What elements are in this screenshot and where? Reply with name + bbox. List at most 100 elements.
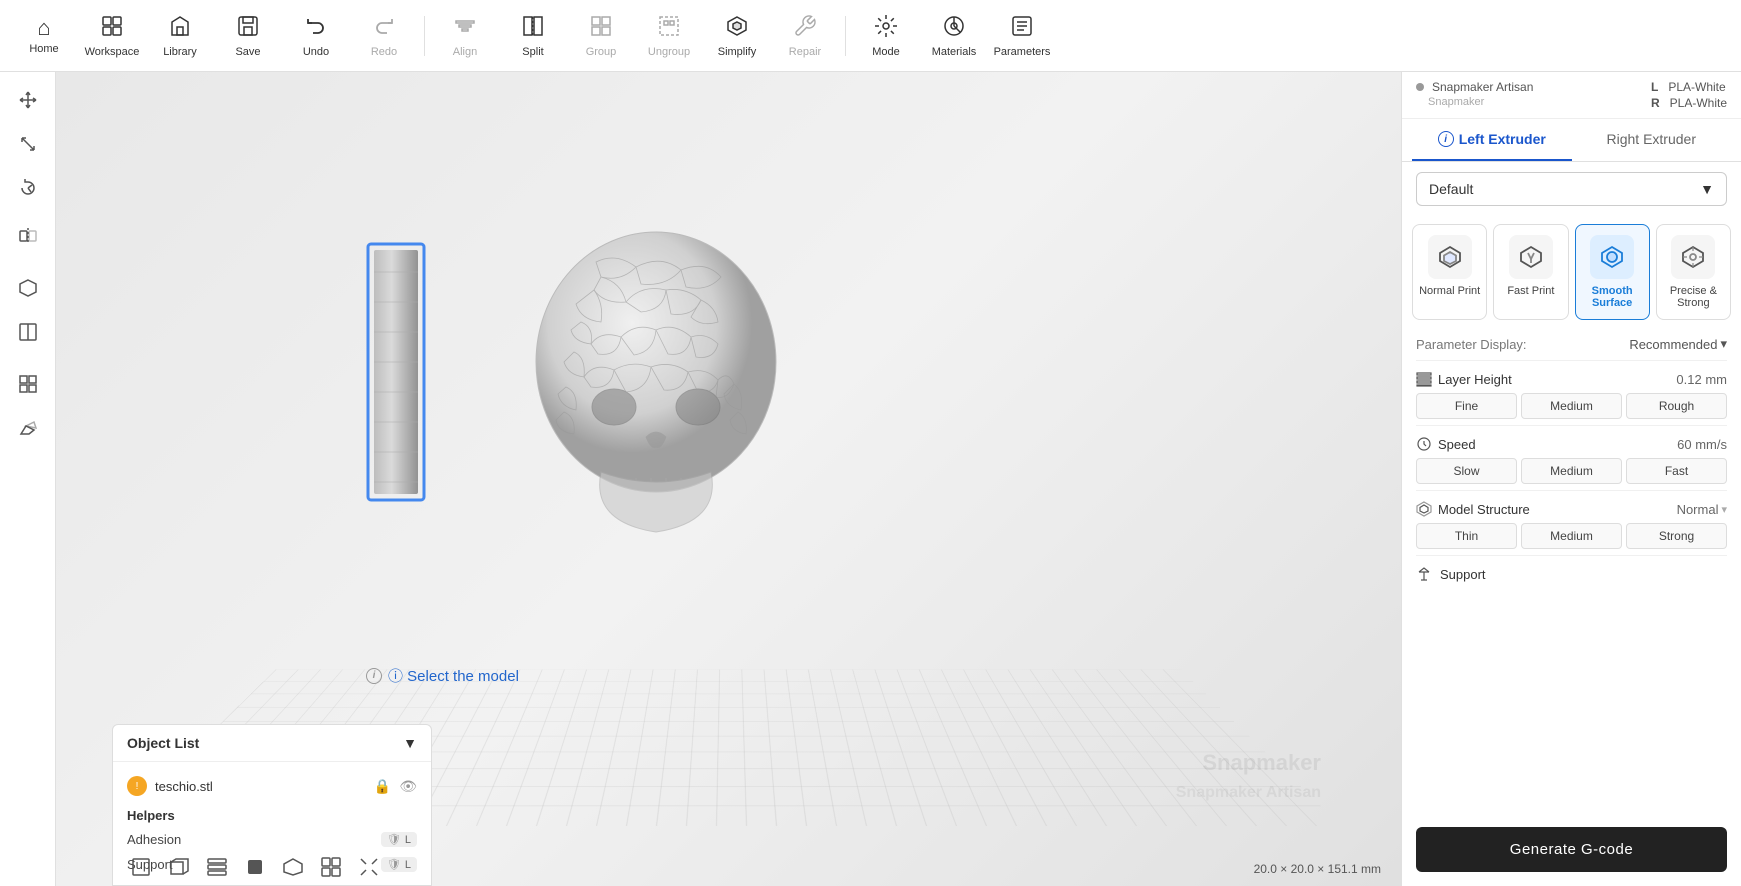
mode-icon	[874, 14, 898, 42]
view-solid-icon[interactable]	[240, 852, 270, 882]
tab-right-extruder[interactable]: Right Extruder	[1572, 119, 1732, 161]
layer-height-label: Layer Height	[1438, 372, 1512, 387]
right-material-name: PLA-White	[1670, 96, 1727, 110]
left-tool-scale[interactable]	[8, 124, 48, 164]
view-wireframe-icon[interactable]	[278, 852, 308, 882]
tool-library[interactable]: Library	[148, 4, 212, 68]
speed-icon	[1416, 436, 1432, 452]
mode-normal-print[interactable]: Normal Print	[1412, 224, 1487, 320]
dropdown-chevron-icon: ▼	[1700, 181, 1714, 197]
tool-save[interactable]: Save	[216, 4, 280, 68]
generate-gcode-button[interactable]: Generate G-code	[1416, 827, 1727, 872]
print-modes-container: Normal Print Fast Print Smooth Surface P…	[1402, 216, 1741, 328]
tool-simplify[interactable]: Simplify	[705, 4, 769, 68]
left-tool-mirror[interactable]	[8, 216, 48, 256]
list-item[interactable]: ! teschio.stl 🔒 👁	[113, 770, 431, 802]
redo-icon	[372, 14, 396, 42]
left-tool-grid[interactable]	[8, 364, 48, 404]
info-icon-left: i	[1438, 131, 1454, 147]
object-skull[interactable]	[506, 222, 806, 542]
home-icon: ⌂	[37, 17, 50, 39]
speed-param: Speed 60 mm/s Slow Medium Fast	[1416, 426, 1727, 491]
normal-print-icon	[1428, 235, 1472, 279]
view-collapse-icon[interactable]	[354, 852, 384, 882]
mode-fast-print[interactable]: Fast Print	[1493, 224, 1568, 320]
model-structure-buttons: Thin Medium Strong	[1416, 523, 1727, 549]
speed-fast[interactable]: Fast	[1626, 458, 1727, 484]
view-layer-icon[interactable]	[202, 852, 232, 882]
structure-thin[interactable]: Thin	[1416, 523, 1517, 549]
layer-height-icon	[1416, 371, 1432, 387]
left-tool-eraser[interactable]	[8, 408, 48, 448]
tool-group[interactable]: Group	[569, 4, 633, 68]
left-tool-rotate[interactable]	[8, 168, 48, 208]
view-3d-icon[interactable]	[126, 852, 156, 882]
support-label: Support	[1440, 567, 1486, 582]
structure-strong[interactable]: Strong	[1626, 523, 1727, 549]
left-tool-move[interactable]	[8, 80, 48, 120]
tool-mode[interactable]: Mode	[854, 4, 918, 68]
structure-medium[interactable]: Medium	[1521, 523, 1622, 549]
left-material-label: L	[1651, 80, 1658, 94]
object-column[interactable]	[366, 242, 426, 502]
smooth-surface-icon	[1590, 235, 1634, 279]
parameter-display-label: Parameter Display:	[1416, 337, 1527, 352]
chevron-down-icon: ▼	[403, 735, 417, 751]
left-toolbar	[0, 72, 56, 886]
chevron-icon: ▾	[1720, 336, 1727, 352]
tool-undo[interactable]: Undo	[284, 4, 348, 68]
object-list-header[interactable]: Object List ▼	[113, 725, 431, 762]
parameter-display-row: Parameter Display: Recommended ▾	[1416, 328, 1727, 361]
tool-workspace[interactable]: Workspace	[80, 4, 144, 68]
select-model-hint: i ⓘ Select the model	[366, 665, 519, 686]
tool-repair[interactable]: Repair	[773, 4, 837, 68]
tool-align[interactable]: Align	[433, 4, 497, 68]
tool-ungroup[interactable]: Ungroup	[637, 4, 701, 68]
left-tool-object-view[interactable]	[8, 268, 48, 308]
mode-smooth-surface[interactable]: Smooth Surface	[1575, 224, 1650, 320]
parameters-section: Parameter Display: Recommended ▾ Layer H…	[1402, 328, 1741, 592]
speed-medium[interactable]: Medium	[1521, 458, 1622, 484]
info-icon: i	[366, 668, 382, 684]
view-cube-icon[interactable]	[164, 852, 194, 882]
tool-parameters[interactable]: Parameters	[990, 4, 1054, 68]
adhesion-badge: 🛡 L	[381, 832, 417, 847]
preset-dropdown[interactable]: Default ▼	[1416, 172, 1727, 206]
support-row: Support	[1416, 556, 1727, 592]
divider-1	[424, 16, 425, 56]
speed-value: 60 mm/s	[1677, 437, 1727, 452]
left-tool-split-view[interactable]	[8, 312, 48, 352]
undo-icon	[304, 14, 328, 42]
view-split-icon[interactable]	[316, 852, 346, 882]
eye-icon[interactable]: 👁	[399, 778, 417, 795]
machine-info: Snapmaker Artisan Snapmaker L PLA-White …	[1402, 72, 1741, 119]
helper-adhesion[interactable]: Adhesion 🛡 L	[113, 827, 431, 852]
layer-height-fine[interactable]: Fine	[1416, 393, 1517, 419]
speed-slow[interactable]: Slow	[1416, 458, 1517, 484]
tool-split[interactable]: Split	[501, 4, 565, 68]
tool-redo[interactable]: Redo	[352, 4, 416, 68]
simplify-icon	[725, 14, 749, 42]
layer-height-rough[interactable]: Rough	[1626, 393, 1727, 419]
recommended-select[interactable]: Recommended ▾	[1629, 336, 1727, 352]
right-panel: Snapmaker Artisan Snapmaker L PLA-White …	[1401, 72, 1741, 886]
tool-home[interactable]: ⌂ Home	[12, 4, 76, 68]
object-action-buttons: 🔒 👁	[374, 778, 417, 795]
layer-height-medium[interactable]: Medium	[1521, 393, 1622, 419]
fast-print-icon	[1509, 235, 1553, 279]
lock-icon[interactable]: 🔒	[374, 778, 391, 795]
toolbar: ⌂ Home Workspace Library Save Undo Redo	[0, 0, 1741, 72]
viewport[interactable]: i ⓘ Select the model Snapmaker Snapmaker…	[56, 72, 1401, 886]
tool-materials[interactable]: Materials	[922, 4, 986, 68]
speed-label: Speed	[1438, 437, 1476, 452]
machine-material-col: L PLA-White R PLA-White	[1651, 80, 1727, 110]
divider-2	[845, 16, 846, 56]
materials-icon	[942, 14, 966, 42]
parameters-icon	[1010, 14, 1034, 42]
ungroup-icon	[657, 14, 681, 42]
mode-precise-strong[interactable]: Precise & Strong	[1656, 224, 1731, 320]
tab-left-extruder[interactable]: i Left Extruder	[1412, 119, 1572, 161]
generate-section: Generate G-code	[1402, 803, 1741, 886]
main-area: i ⓘ Select the model Snapmaker Snapmaker…	[0, 72, 1741, 886]
model-structure-value: Normal	[1677, 502, 1719, 517]
